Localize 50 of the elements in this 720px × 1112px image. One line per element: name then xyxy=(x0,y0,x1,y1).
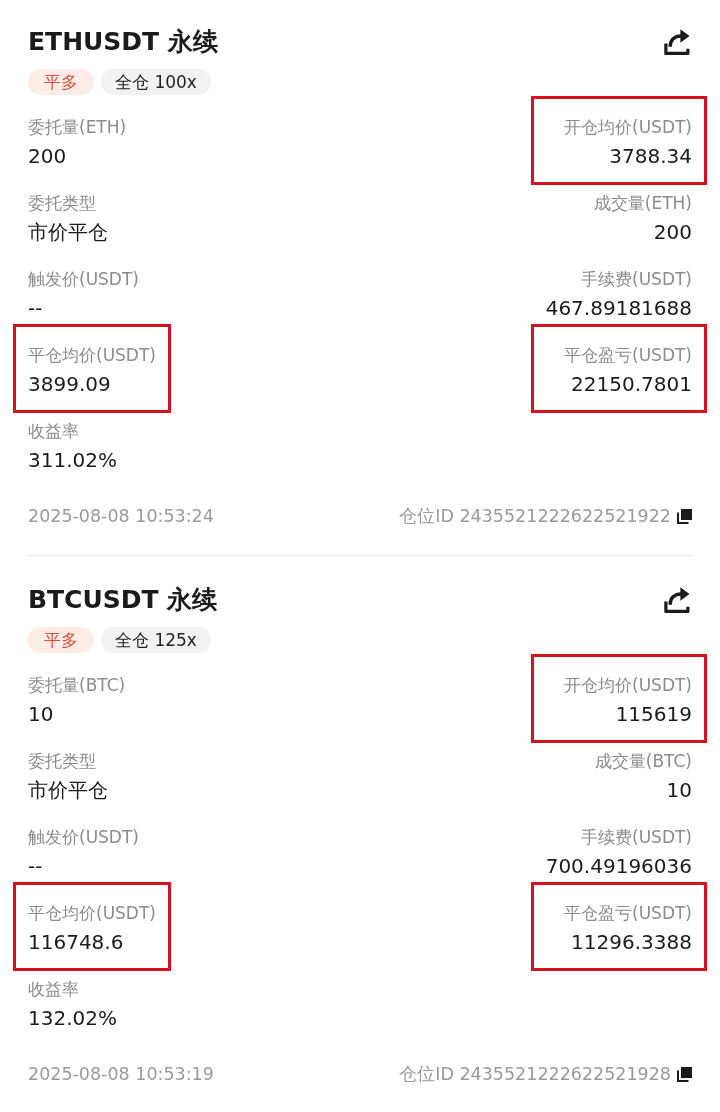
order-time: 2025-08-08 10:53:19 xyxy=(28,1063,214,1086)
field-value: 11296.3388 xyxy=(571,929,692,956)
field-value: 467.89181688 xyxy=(545,295,692,322)
position-id: 仓位ID 2435521222622521922 xyxy=(399,505,671,528)
field-label: 委托类型 xyxy=(28,192,96,215)
field-label: 平仓均价(USDT) xyxy=(28,902,156,925)
field-label: 平仓盈亏(USDT) xyxy=(564,902,692,925)
field-value: 115619 xyxy=(615,701,692,728)
field-value: -- xyxy=(28,295,43,322)
field-value: 10 xyxy=(28,701,54,728)
direction-tag: 平多 xyxy=(28,69,94,95)
field-label: 开仓均价(USDT) xyxy=(564,116,692,139)
field-label: 平仓均价(USDT) xyxy=(28,344,156,367)
field-label: 触发价(USDT) xyxy=(28,268,139,291)
field-label: 委托类型 xyxy=(28,750,96,773)
order-time: 2025-08-08 10:53:24 xyxy=(28,505,214,528)
share-icon[interactable] xyxy=(664,587,690,613)
field-label: 委托量(BTC) xyxy=(28,674,126,697)
contract-title: BTCUSDT 永续 xyxy=(28,584,218,616)
field-value: 200 xyxy=(653,219,692,246)
copy-icon[interactable] xyxy=(677,1066,692,1082)
field-label: 成交量(ETH) xyxy=(593,192,692,215)
field-label: 开仓均价(USDT) xyxy=(564,674,692,697)
direction-tag: 平多 xyxy=(28,627,94,653)
field-label: 手续费(USDT) xyxy=(581,826,692,849)
position-id: 仓位ID 2435521222622521928 xyxy=(399,1063,671,1086)
field-label: 成交量(BTC) xyxy=(594,750,692,773)
field-value: 200 xyxy=(28,143,67,170)
field-value: 700.49196036 xyxy=(545,853,692,880)
field-label: 收益率 xyxy=(28,420,79,443)
field-label: 手续费(USDT) xyxy=(581,268,692,291)
field-value: 3788.34 xyxy=(609,143,692,170)
field-label: 触发价(USDT) xyxy=(28,826,139,849)
field-value: -- xyxy=(28,853,43,880)
share-icon[interactable] xyxy=(664,29,690,55)
field-value: 市价平仓 xyxy=(28,219,108,246)
field-value: 3899.09 xyxy=(28,371,111,398)
field-value: 311.02% xyxy=(28,447,117,474)
field-value: 10 xyxy=(666,777,692,804)
contract-title: ETHUSDT 永续 xyxy=(28,26,218,58)
copy-icon[interactable] xyxy=(677,508,692,524)
field-value: 22150.7801 xyxy=(571,371,692,398)
field-label: 委托量(ETH) xyxy=(28,116,127,139)
field-value: 116748.6 xyxy=(28,929,124,956)
margin-mode-tag: 全仓 125x xyxy=(101,627,211,653)
field-label: 平仓盈亏(USDT) xyxy=(564,344,692,367)
field-value: 132.02% xyxy=(28,1005,117,1032)
field-value: 市价平仓 xyxy=(28,777,108,804)
field-label: 收益率 xyxy=(28,978,79,1001)
margin-mode-tag: 全仓 100x xyxy=(101,69,211,95)
